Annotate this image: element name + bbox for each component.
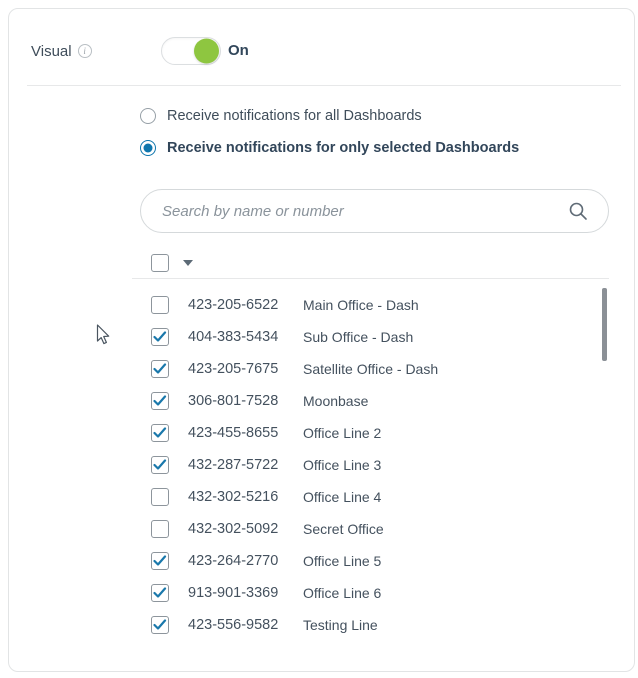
row-checkbox[interactable] — [151, 424, 169, 442]
row-number: 432-302-5092 — [188, 521, 303, 537]
row-number: 423-264-2770 — [188, 553, 303, 569]
row-number: 404-383-5434 — [188, 329, 303, 345]
row-checkbox[interactable] — [151, 328, 169, 346]
row-number: 432-302-5216 — [188, 489, 303, 505]
visual-setting-row: Visual i On — [31, 37, 92, 65]
row-name: Office Line 2 — [303, 425, 381, 441]
visual-label: Visual — [31, 43, 72, 60]
dashboard-row[interactable]: 432-287-5722 Office Line 3 — [151, 449, 601, 481]
list-divider — [132, 278, 609, 279]
radio-option-selected-dashboards[interactable]: Receive notifications for only selected … — [140, 140, 519, 156]
row-name: Testing Line — [303, 617, 378, 633]
dashboard-row[interactable]: 306-801-7528 Moonbase — [151, 385, 601, 417]
radio-label: Receive notifications for all Dashboards — [167, 108, 422, 124]
row-name: Sub Office - Dash — [303, 329, 413, 345]
select-all-row — [151, 254, 193, 272]
dashboard-row[interactable]: 423-556-9582 Testing Line — [151, 609, 601, 641]
search-box — [140, 189, 609, 233]
select-options-caret-icon[interactable] — [183, 260, 193, 266]
row-number: 306-801-7528 — [188, 393, 303, 409]
dashboard-row[interactable]: 423-205-6522 Main Office - Dash — [151, 289, 601, 321]
row-number: 913-901-3369 — [188, 585, 303, 601]
row-checkbox[interactable] — [151, 584, 169, 602]
radio-option-all-dashboards[interactable]: Receive notifications for all Dashboards — [140, 108, 422, 124]
row-number: 423-455-8655 — [188, 425, 303, 441]
dashboard-row[interactable]: 432-302-5216 Office Line 4 — [151, 481, 601, 513]
dashboard-row[interactable]: 432-302-5092 Secret Office — [151, 513, 601, 545]
toggle-knob — [194, 39, 219, 64]
row-name: Main Office - Dash — [303, 297, 419, 313]
dashboard-list: 423-205-6522 Main Office - Dash 404-383-… — [151, 289, 601, 641]
dashboard-row[interactable]: 404-383-5434 Sub Office - Dash — [151, 321, 601, 353]
radio-circle — [140, 108, 156, 124]
row-number: 423-205-7675 — [188, 361, 303, 377]
row-checkbox[interactable] — [151, 552, 169, 570]
row-number: 423-556-9582 — [188, 617, 303, 633]
dashboard-row[interactable]: 423-205-7675 Satellite Office - Dash — [151, 353, 601, 385]
row-name: Office Line 4 — [303, 489, 381, 505]
row-checkbox[interactable] — [151, 296, 169, 314]
row-checkbox[interactable] — [151, 520, 169, 538]
dashboard-row[interactable]: 423-455-8655 Office Line 2 — [151, 417, 601, 449]
list-scrollbar[interactable] — [602, 288, 607, 361]
visual-toggle[interactable] — [161, 37, 221, 65]
row-checkbox[interactable] — [151, 392, 169, 410]
row-checkbox[interactable] — [151, 488, 169, 506]
info-icon[interactable]: i — [78, 44, 92, 58]
row-name: Office Line 5 — [303, 553, 381, 569]
row-name: Moonbase — [303, 393, 368, 409]
row-checkbox[interactable] — [151, 360, 169, 378]
dashboard-row[interactable]: 423-264-2770 Office Line 5 — [151, 545, 601, 577]
row-name: Office Line 3 — [303, 457, 381, 473]
section-divider — [27, 85, 621, 86]
dashboard-row[interactable]: 913-901-3369 Office Line 6 — [151, 577, 601, 609]
radio-circle — [140, 140, 156, 156]
row-checkbox[interactable] — [151, 616, 169, 634]
row-name: Office Line 6 — [303, 585, 381, 601]
notification-settings-panel: Visual i On Receive notifications for al… — [8, 8, 635, 672]
row-name: Satellite Office - Dash — [303, 361, 438, 377]
radio-label: Receive notifications for only selected … — [167, 140, 519, 156]
toggle-state-label: On — [228, 42, 249, 59]
row-name: Secret Office — [303, 521, 384, 537]
row-number: 423-205-6522 — [188, 297, 303, 313]
select-all-checkbox[interactable] — [151, 254, 169, 272]
search-icon — [568, 201, 588, 221]
row-checkbox[interactable] — [151, 456, 169, 474]
search-input[interactable] — [141, 203, 568, 220]
row-number: 432-287-5722 — [188, 457, 303, 473]
